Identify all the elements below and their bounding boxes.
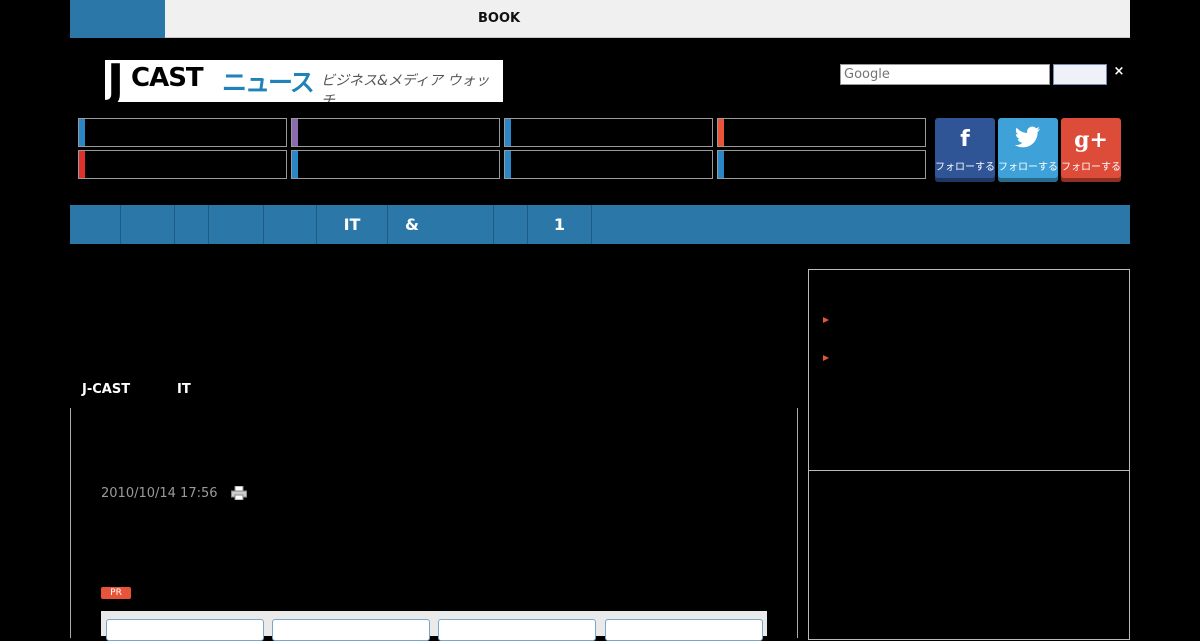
- nav-item-it[interactable]: IT: [317, 205, 388, 244]
- twitter-follow-button[interactable]: フォローする: [998, 118, 1058, 182]
- facebook-follow-button[interactable]: f フォローする: [935, 118, 995, 182]
- nav-item[interactable]: [121, 205, 175, 244]
- book-link[interactable]: BOOK: [478, 11, 520, 26]
- ad-tab[interactable]: [106, 619, 264, 641]
- top-strip-home-tab[interactable]: [70, 0, 165, 38]
- nav-item[interactable]: [70, 205, 121, 244]
- logo-j: J: [107, 60, 125, 102]
- googleplus-icon: g+: [1074, 127, 1108, 153]
- category-stripe: [79, 151, 85, 178]
- category-item[interactable]: [78, 150, 287, 179]
- logo-cast: CAST: [131, 63, 204, 93]
- facebook-icon: f: [960, 127, 970, 152]
- category-item[interactable]: [504, 150, 713, 179]
- main-nav: IT & 1: [70, 205, 1130, 244]
- category-stripe: [505, 119, 511, 146]
- search-button[interactable]: [1053, 64, 1107, 85]
- search-input[interactable]: [840, 64, 1050, 85]
- ad-bar: [101, 611, 767, 641]
- category-stripe: [505, 151, 511, 178]
- category-stripe: [292, 119, 298, 146]
- ad-tab[interactable]: [605, 619, 763, 641]
- category-item[interactable]: [78, 118, 287, 147]
- category-item[interactable]: [717, 150, 926, 179]
- logo-news: ニュース: [222, 68, 315, 97]
- top-strip: BOOK: [70, 0, 1130, 38]
- category-item[interactable]: [717, 118, 926, 147]
- sidebar-bullet-icon: [823, 317, 829, 323]
- pr-badge: PR: [101, 587, 131, 599]
- nav-item[interactable]: [175, 205, 209, 244]
- nav-item[interactable]: [264, 205, 317, 244]
- category-stripe: [718, 119, 724, 146]
- article-box: [70, 408, 798, 638]
- nav-item[interactable]: [209, 205, 264, 244]
- site-logo[interactable]: J CAST ニュース ビジネス&メディア ウォッチ: [105, 60, 503, 102]
- ad-tab[interactable]: [272, 619, 430, 641]
- print-icon[interactable]: [231, 485, 247, 501]
- category-item[interactable]: [291, 118, 500, 147]
- nav-item-and[interactable]: &: [388, 205, 494, 244]
- category-item[interactable]: [291, 150, 500, 179]
- article-date: 2010/10/14 17:56: [101, 486, 218, 501]
- close-icon[interactable]: ×: [1112, 64, 1126, 82]
- follow-label: フォローする: [1061, 162, 1121, 173]
- breadcrumb-item[interactable]: J-CAST: [82, 382, 130, 397]
- logo-tagline: ビジネス&メディア ウォッチ: [321, 73, 490, 102]
- category-stripe: [718, 151, 724, 178]
- follow-label: フォローする: [998, 162, 1058, 173]
- sidebar-box: [808, 269, 1130, 471]
- nav-item[interactable]: [494, 205, 528, 244]
- googleplus-follow-button[interactable]: g+ フォローする: [1061, 118, 1121, 182]
- category-stripe: [292, 151, 298, 178]
- sidebar-bullet-icon: [823, 355, 829, 361]
- category-stripe: [79, 119, 85, 146]
- ad-tab[interactable]: [438, 619, 596, 641]
- nav-item-1[interactable]: 1: [528, 205, 592, 244]
- follow-label: フォローする: [935, 162, 995, 173]
- category-item[interactable]: [504, 118, 713, 147]
- twitter-bird-icon: [998, 126, 1058, 154]
- sidebar-box: [808, 470, 1130, 640]
- breadcrumb-item[interactable]: IT: [177, 382, 191, 397]
